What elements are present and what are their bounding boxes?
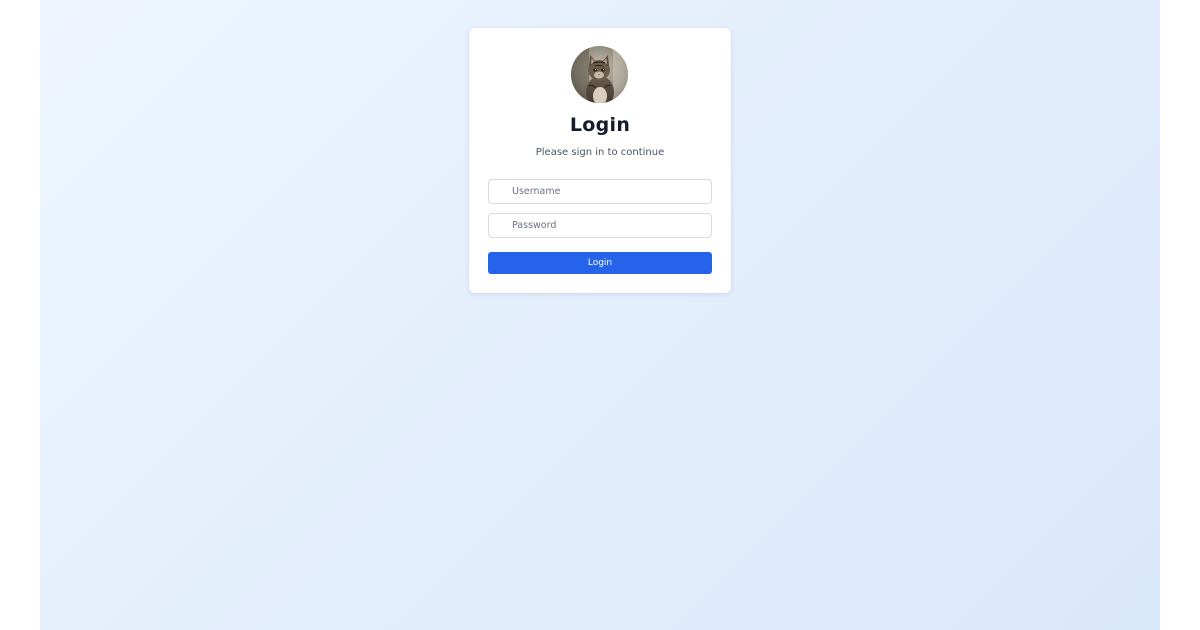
username-input[interactable] <box>489 180 711 203</box>
page-title: Login <box>569 114 631 136</box>
password-field[interactable] <box>488 213 712 238</box>
username-field[interactable] <box>488 179 712 204</box>
password-input[interactable] <box>489 214 711 237</box>
login-card: Login Please sign in to continue Login <box>469 28 731 293</box>
page-subtitle: Please sign in to continue <box>535 147 665 158</box>
cat-avatar-icon <box>571 46 628 103</box>
page-background: Login Please sign in to continue Login <box>40 0 1160 630</box>
login-button[interactable]: Login <box>488 252 712 274</box>
